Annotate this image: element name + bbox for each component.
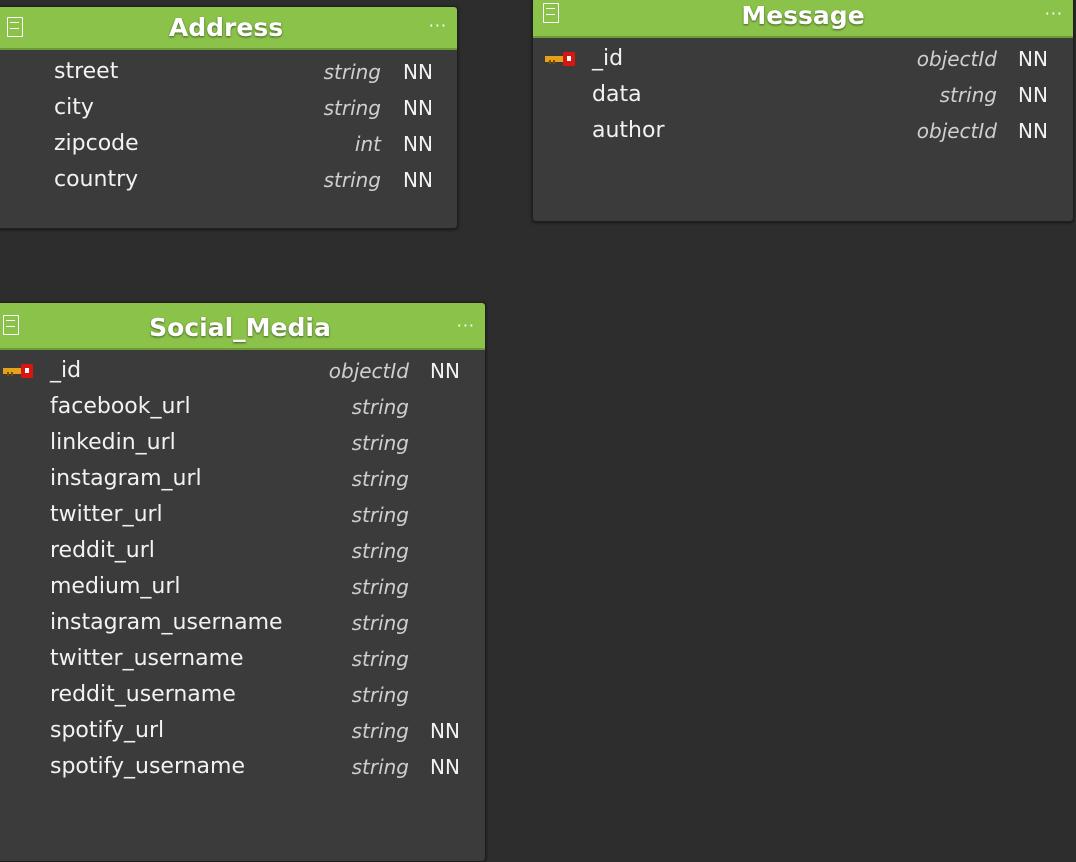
field-name: reddit_url <box>50 538 155 563</box>
field-list: street string NN city string NN zipcode int NN co… <box>0 50 457 198</box>
field-not-null: NN <box>430 719 460 743</box>
field-type: string <box>323 96 381 120</box>
field-type: objectId <box>328 359 409 383</box>
field-not-null: NN <box>430 755 460 779</box>
field-name: medium_url <box>50 574 181 599</box>
field-row[interactable]: facebook_url string <box>0 389 485 425</box>
field-row[interactable]: spotify_username string NN <box>0 749 485 785</box>
entity-message[interactable]: Message ··· _id objectId NN data string NN aut… <box>532 0 1074 222</box>
field-name: street <box>54 59 119 84</box>
field-type: string <box>351 431 409 455</box>
entity-header[interactable]: Social_Media ··· <box>0 303 485 350</box>
more-icon[interactable]: ··· <box>1045 0 1063 29</box>
entity-title: Address <box>168 13 284 42</box>
field-row[interactable]: street string NN <box>0 54 457 90</box>
field-name: _id <box>592 46 624 71</box>
primary-key-icon <box>545 52 575 66</box>
field-type: string <box>351 647 409 671</box>
field-type: string <box>351 719 409 743</box>
entity-address[interactable]: Address ··· street string NN city string NN zi… <box>0 6 458 229</box>
field-name: instagram_username <box>50 610 283 635</box>
field-row[interactable]: author objectId NN <box>533 113 1073 149</box>
more-icon[interactable]: ··· <box>457 311 475 341</box>
field-type: string <box>351 539 409 563</box>
field-row[interactable]: city string NN <box>0 90 457 126</box>
field-name: reddit_username <box>50 682 236 707</box>
primary-key-icon <box>3 364 33 378</box>
entity-title: Social_Media <box>149 313 331 342</box>
field-name: spotify_username <box>50 754 245 779</box>
field-not-null: NN <box>430 359 460 383</box>
field-name: spotify_url <box>50 718 165 743</box>
field-name: _id <box>50 358 82 383</box>
field-not-null: NN <box>1018 119 1048 143</box>
field-type: string <box>351 575 409 599</box>
field-row[interactable]: data string NN <box>533 77 1073 113</box>
field-type: string <box>351 395 409 419</box>
field-type: string <box>351 755 409 779</box>
field-type: string <box>351 503 409 527</box>
field-type: string <box>351 611 409 635</box>
entity-header[interactable]: Message ··· <box>533 0 1073 38</box>
field-row[interactable]: linkedin_url string <box>0 425 485 461</box>
field-list: _id objectId NN data string NN author objectId N… <box>533 38 1073 149</box>
field-name: twitter_username <box>50 646 244 671</box>
entity-title: Message <box>741 1 865 30</box>
field-row[interactable]: twitter_url string <box>0 497 485 533</box>
field-name: facebook_url <box>50 394 191 419</box>
field-name: twitter_url <box>50 502 163 527</box>
field-type: objectId <box>916 119 997 143</box>
field-not-null: NN <box>1018 47 1048 71</box>
field-name: city <box>54 95 94 120</box>
field-not-null: NN <box>403 96 433 120</box>
field-row[interactable]: country string NN <box>0 162 457 198</box>
field-row[interactable]: reddit_username string <box>0 677 485 713</box>
field-row[interactable]: _id objectId NN <box>533 41 1073 77</box>
field-name: instagram_url <box>50 466 202 491</box>
field-type: int <box>354 132 381 156</box>
field-row[interactable]: twitter_username string <box>0 641 485 677</box>
field-name: data <box>592 82 642 107</box>
field-type: string <box>351 683 409 707</box>
field-name: country <box>54 167 139 192</box>
field-row[interactable]: instagram_url string <box>0 461 485 497</box>
field-type: objectId <box>916 47 997 71</box>
field-row[interactable]: instagram_username string <box>0 605 485 641</box>
field-name: linkedin_url <box>50 430 176 455</box>
field-type: string <box>323 168 381 192</box>
field-not-null: NN <box>403 132 433 156</box>
field-not-null: NN <box>1018 83 1048 107</box>
field-type: string <box>939 83 997 107</box>
field-type: string <box>323 60 381 84</box>
field-row[interactable]: zipcode int NN <box>0 126 457 162</box>
field-name: author <box>592 118 665 143</box>
field-not-null: NN <box>403 60 433 84</box>
entity-header[interactable]: Address ··· <box>0 7 457 50</box>
field-list: _id objectId NN facebook_url string linkedin_… <box>0 350 485 785</box>
field-row[interactable]: _id objectId NN <box>0 353 485 389</box>
field-name: zipcode <box>54 131 139 156</box>
field-row[interactable]: spotify_url string NN <box>0 713 485 749</box>
more-icon[interactable]: ··· <box>429 11 447 41</box>
field-type: string <box>351 467 409 491</box>
field-row[interactable]: reddit_url string <box>0 533 485 569</box>
entity-social-media[interactable]: Social_Media ··· _id objectId NN facebook_u… <box>0 302 486 862</box>
field-row[interactable]: medium_url string <box>0 569 485 605</box>
field-not-null: NN <box>403 168 433 192</box>
